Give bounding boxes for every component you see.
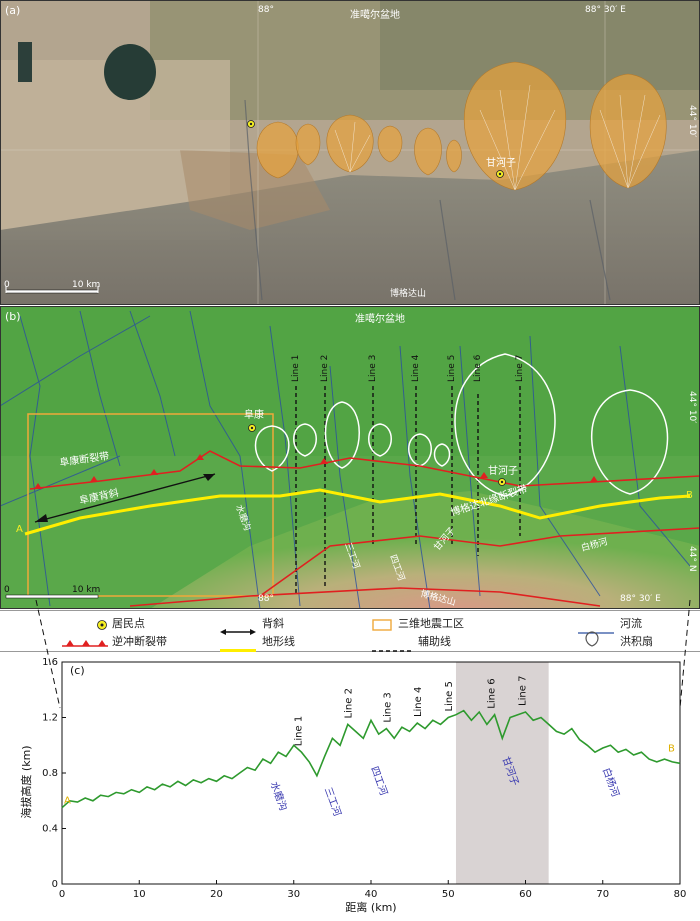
y-tick-label: 0.4 [42, 824, 58, 835]
connector-lines [35, 600, 691, 709]
settlement-ganhezi-a [496, 170, 504, 178]
panel-a-town-ganhezi: 甘河子 [486, 156, 516, 169]
panel-a-lon-right: 88° 30′ E [585, 5, 626, 15]
panel-b-scale-zero: 0 [4, 585, 10, 595]
line-3-label: Line 3 [368, 355, 378, 382]
elevation-series-line [61, 709, 681, 809]
chart-line-label: Line 1 [293, 716, 304, 746]
panel-b-topographic-map: (b) 准噶尔盆地 88° 88° 30′ E 44° 10′ 44° N 阜康… [0, 306, 700, 610]
chart-river-label: 白杨河 [600, 766, 622, 799]
y-tick-label: 1.2 [42, 713, 58, 724]
panel-b-basin-label: 准噶尔盆地 [355, 312, 405, 325]
x-tick-label: 40 [365, 889, 378, 900]
x-tick-label: 30 [287, 889, 300, 900]
x-tick-label: 60 [519, 889, 532, 900]
x-tick-label: 80 [674, 889, 687, 900]
x-tick-label: 10 [133, 889, 146, 900]
line-7-label: Line 7 [515, 355, 525, 382]
y-tick-label: 0 [52, 879, 58, 890]
chart-river-label: 水磨沟 [268, 780, 290, 813]
x-tick-label: 70 [596, 889, 609, 900]
line-4-label: Line 4 [411, 354, 421, 382]
y-axis-label: 海拔高度 (km) [19, 745, 33, 818]
y-tick-label: 0.8 [42, 768, 58, 779]
settlement-fukang-b [248, 424, 256, 432]
settlement-ganhezi-b [498, 478, 506, 486]
profile-point-a: A [16, 524, 23, 535]
panel-b-lat-bottom: 44° N [687, 546, 697, 572]
profile-point-b: B [686, 490, 693, 501]
profile-point-b-label: B [668, 743, 675, 754]
panel-a-label: (a) [5, 4, 20, 17]
panel-b-label: (b) [5, 310, 21, 323]
topographic-image: (b) 准噶尔盆地 88° 88° 30′ E 44° 10′ 44° N 阜康… [0, 306, 700, 610]
x-axis-label: 距离 (km) [345, 900, 396, 914]
line-2-label: Line 2 [320, 355, 330, 382]
lake [104, 44, 156, 100]
x-tick-label: 20 [210, 889, 223, 900]
panel-a-basin-label: 准噶尔盆地 [350, 8, 400, 21]
settlement-fukang-a [247, 120, 255, 128]
satellite-image: (a) 准噶尔盆地 88° 88° 30′ E 44° 10′ 甘河子 博格达山… [0, 0, 700, 305]
line-5-label: Line 5 [447, 355, 457, 382]
x-tick-label: 0 [59, 889, 65, 900]
panel-a-lat: 44° 10′ [687, 105, 697, 137]
panel-b-scale-bar [5, 594, 99, 599]
line-6-label: Line 6 [473, 354, 483, 382]
panel-b-scale-ten: 10 km [72, 585, 100, 595]
panel-a-scale-zero: 0 [4, 280, 10, 290]
town-fukang-label: 阜康 [244, 408, 264, 421]
panel-a-lon-left: 88° [258, 5, 274, 15]
panel-a-mountain-label: 博格达山 [390, 287, 426, 299]
panel-a-satellite-map: (a) 准噶尔盆地 88° 88° 30′ E 44° 10′ 甘河子 博格达山… [0, 0, 700, 305]
chart-river-label: 四工河 [368, 765, 390, 797]
line-1-label: Line 1 [291, 355, 301, 382]
x-tick-label: 50 [442, 889, 455, 900]
town-ganhezi-label: 甘河子 [488, 464, 518, 477]
chart-river-label: 三工河 [322, 786, 344, 818]
profile-point-a-label: A [64, 796, 71, 807]
panel-a-scale-ten: 10 km [72, 280, 100, 290]
panel-b-lat-top: 44° 10′ [687, 391, 697, 423]
